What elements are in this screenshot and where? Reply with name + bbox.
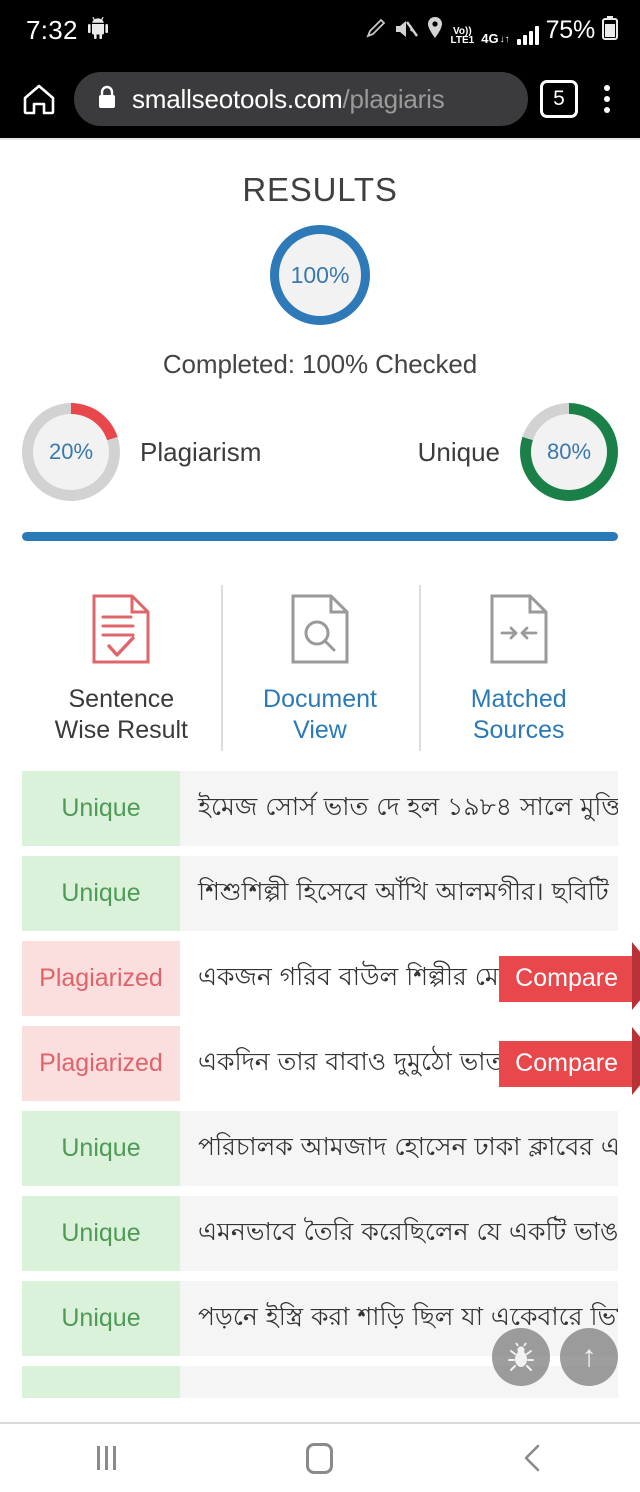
- compare-button[interactable]: Compare: [499, 1026, 640, 1095]
- document-compare-icon: [489, 593, 549, 670]
- page-content: RESULTS 100% Completed: 100% Checked 20%…: [0, 138, 640, 1422]
- score-gauges: 20% Plagiarism Unique 80%: [0, 402, 640, 502]
- table-row[interactable]: Plagiarized একদিন তার বাবাও দুমুঠো ভাত যো…: [22, 1026, 640, 1101]
- bug-report-icon[interactable]: [492, 1328, 550, 1386]
- table-row[interactable]: Unique এমনভাবে তৈরি করেছিলেন যে একটি ভাঙা…: [22, 1196, 618, 1271]
- plagiarism-score: 20% Plagiarism: [22, 403, 261, 501]
- signal-strength-icon: [516, 25, 539, 45]
- status-bar-right: Vo)) LTE1 4G ↓↑ 75%: [364, 15, 618, 46]
- tab-matched-sources[interactable]: Matched Sources: [419, 583, 618, 759]
- document-search-icon: [290, 593, 350, 670]
- plagiarism-label: Plagiarism: [140, 436, 262, 467]
- document-check-icon: [91, 593, 151, 670]
- status-bar-clock: 7:32: [26, 14, 78, 45]
- sentence-text: ইমেজ সোর্স ভাত দে হল ১৯৮৪ সালে মুক্তিপ্র…: [198, 792, 618, 821]
- plagiarism-gauge: 20%: [22, 403, 120, 501]
- status-badge: Unique: [22, 1111, 180, 1186]
- unique-label: Unique: [417, 436, 500, 467]
- recents-icon[interactable]: [57, 1424, 157, 1492]
- unique-value: 80%: [531, 414, 607, 490]
- home-icon[interactable]: [270, 1424, 370, 1492]
- network-type-indicator: 4G ↓↑: [481, 30, 510, 46]
- url-text: smallseotools.com/plagiaris: [132, 84, 445, 115]
- url-domain: smallseotools.com: [132, 83, 343, 114]
- sentence-results-list: Unique ইমেজ সোর্স ভাত দে হল ১৯৮৪ সালে মুক…: [0, 771, 640, 1398]
- status-badge: Plagiarized: [22, 941, 180, 1016]
- status-bar-left: 7:32: [26, 15, 108, 46]
- scroll-to-top-icon[interactable]: ↑: [560, 1328, 618, 1386]
- overall-progress-ring: 100%: [270, 225, 370, 325]
- sentence-text: একজন গরিব বাউল শিল্পীর মেয়ে। যে ...: [198, 962, 499, 991]
- tab-document-view[interactable]: Document View: [220, 583, 420, 759]
- lock-icon: [96, 84, 118, 115]
- table-row[interactable]: Unique পরিচালক আমজাদ হোসেন ঢাকা ক্লাবের এ…: [22, 1111, 618, 1186]
- compare-button-label: Compare: [515, 963, 618, 992]
- tab-matched-sources-label: Matched Sources: [470, 685, 567, 744]
- status-badge: Unique: [22, 1281, 180, 1356]
- unique-score: Unique 80%: [418, 403, 618, 501]
- sentence-text: এমনভাবে তৈরি করেছিলেন যে একটি ভাঙা...: [198, 1217, 618, 1246]
- home-icon[interactable]: [16, 76, 62, 122]
- table-row[interactable]: Unique শিশুশিল্পী হিসেবে আঁখি আলমগীর। ছবি…: [22, 856, 618, 931]
- url-bar[interactable]: smallseotools.com/plagiaris: [74, 72, 528, 126]
- status-badge: Unique: [22, 856, 180, 931]
- sentence-text: শিশুশিল্পী হিসেবে আঁখি আলমগীর। ছবিটি ৯..…: [198, 877, 618, 906]
- floating-action-buttons: ↑: [492, 1328, 618, 1386]
- page-title: RESULTS: [242, 171, 398, 208]
- kebab-menu-icon[interactable]: [590, 85, 624, 113]
- table-row[interactable]: Plagiarized একজন গরিব বাউল শিল্পীর মেয়ে।…: [22, 941, 640, 1016]
- overall-progress-ring-wrap: 100%: [0, 225, 640, 325]
- android-status-bar: 7:32 Vo)) LTE1 4G ↓↑ 75%: [0, 0, 640, 60]
- sentence-text: পরিচালক আমজাদ হোসেন ঢাকা ক্লাবের এ...: [198, 1132, 618, 1161]
- tab-count-button[interactable]: 5: [540, 80, 578, 118]
- android-nav-bar: [0, 1422, 640, 1492]
- android-robot-icon: [87, 16, 108, 44]
- table-row[interactable]: Unique ইমেজ সোর্স ভাত দে হল ১৯৮৪ সালে মুক…: [22, 771, 618, 846]
- compare-button[interactable]: Compare: [499, 941, 640, 1010]
- url-path: /plagiaris: [342, 83, 445, 114]
- overall-progress-value: 100%: [290, 261, 350, 288]
- location-pin-icon: [426, 16, 444, 45]
- view-tabs: Sentence Wise Result Document View Match…: [0, 583, 640, 759]
- completed-status-text: Completed: 100% Checked: [162, 349, 478, 379]
- progress-bar: [22, 532, 618, 541]
- compare-button-label: Compare: [515, 1048, 618, 1077]
- volte-indicator: Vo)) LTE1: [450, 25, 475, 46]
- plagiarism-value: 20%: [33, 414, 109, 490]
- mute-icon: [393, 18, 419, 45]
- pencil-icon: [364, 18, 386, 45]
- browser-toolbar: smallseotools.com/plagiaris 5: [0, 60, 640, 138]
- status-badge: Unique: [22, 1196, 180, 1271]
- tab-sentence-wise-result[interactable]: Sentence Wise Result: [22, 583, 221, 759]
- back-icon[interactable]: [483, 1424, 583, 1492]
- status-badge: Plagiarized: [22, 1026, 180, 1101]
- sentence-text: একদিন তার বাবাও দুমুঠো ভাত যোগাড়...: [198, 1047, 500, 1076]
- battery-icon: [602, 15, 618, 45]
- tab-document-view-label: Document View: [263, 685, 377, 744]
- tab-sentence-wise-result-label: Sentence Wise Result: [54, 685, 189, 744]
- unique-gauge: 80%: [520, 403, 618, 501]
- battery-percent-label: 75%: [545, 15, 596, 44]
- status-badge: [22, 1366, 180, 1398]
- status-badge: Unique: [22, 771, 180, 846]
